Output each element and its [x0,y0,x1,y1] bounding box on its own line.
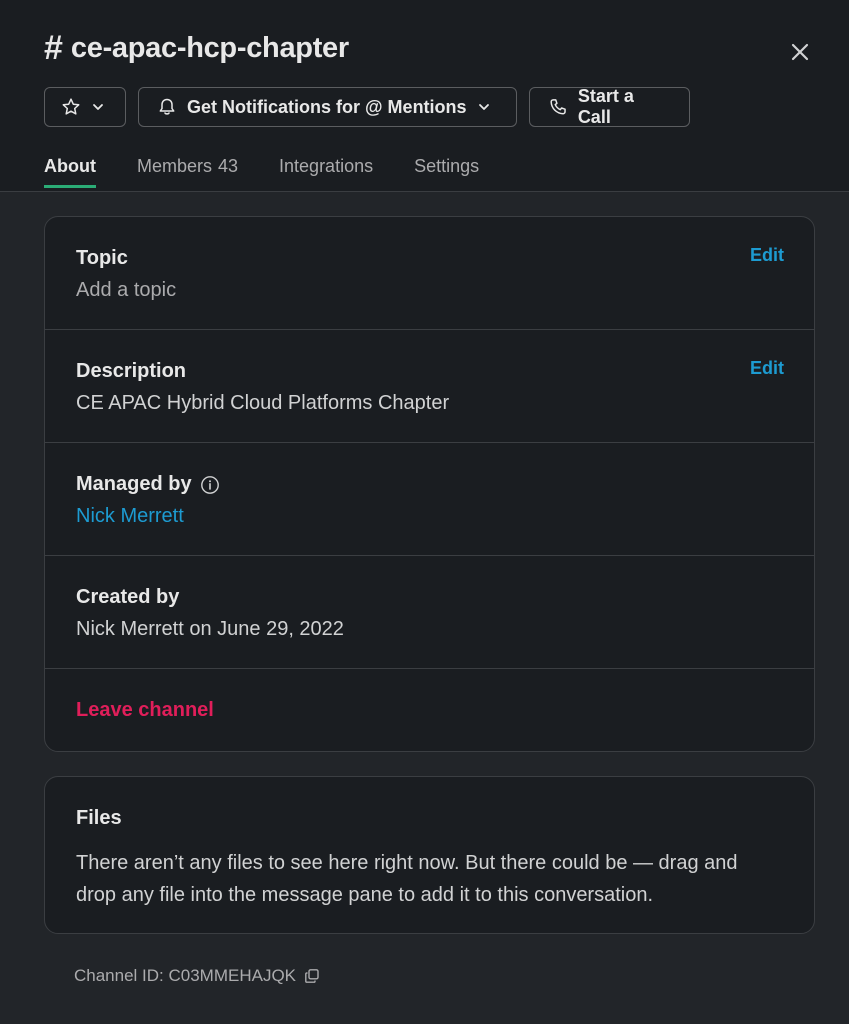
chevron-down-icon [478,104,489,110]
tab-settings[interactable]: Settings [414,156,479,188]
tab-about-label: About [44,156,96,176]
start-call-button[interactable]: Start a Call [529,86,690,127]
created-by-value: Nick Merrett on June 29, 2022 [76,618,344,640]
managed-by-heading: Managed by [76,473,220,496]
phone-icon [550,99,566,115]
topic-edit-link[interactable]: Edit [750,245,784,266]
tab-members-label: Members [136,156,212,176]
close-icon [791,43,809,61]
header-actions: Get Notifications for @ Mentions Start a… [44,86,690,127]
description-section[interactable]: Description CE APAC Hybrid Cloud Platfor… [45,330,814,443]
info-icon[interactable] [200,475,220,495]
channel-id-text: Channel ID: C03MMEHAJQK [74,966,297,985]
managed-by-section: Managed by Nick Merrett [45,443,814,556]
members-count: 43 [218,156,239,176]
start-call-label: Start a Call [577,86,634,127]
topic-section[interactable]: Topic Add a topic Edit [45,217,814,330]
files-empty-message: There aren’t any files to see here right… [76,852,738,906]
copy-icon[interactable] [304,968,320,984]
description-value: CE APAC Hybrid Cloud Platforms Chapter [76,392,450,414]
created-by-section: Created by Nick Merrett on June 29, 2022 [45,556,814,669]
leave-channel-section: Leave channel [45,669,814,751]
chevron-down-icon [93,104,103,110]
notifications-label: Get Notifications for @ Mentions [187,96,467,117]
tab-settings-label: Settings [414,156,480,176]
notifications-button[interactable]: Get Notifications for @ Mentions [138,87,517,127]
star-icon [62,98,80,115]
tab-bar: About Members 43 Integrations Settings [44,156,479,188]
star-button[interactable] [44,87,126,127]
files-title: Files [76,807,122,829]
created-by-label: Created by [76,586,180,608]
tab-about[interactable]: About [44,156,96,188]
leave-channel-button[interactable]: Leave channel [76,699,214,722]
hash-icon: # [44,29,63,67]
channel-id-row: Channel ID: C03MMEHAJQK [74,966,320,986]
topic-value: Add a topic [76,279,177,301]
files-card: Files There aren’t any files to see here… [44,776,815,934]
topic-label: Topic [76,247,128,269]
manager-link[interactable]: Nick Merrett [76,505,184,528]
tab-members[interactable]: Members 43 [137,156,238,188]
channel-title: ce-apac-hcp-chapter [70,31,349,64]
channel-title-row: # ce-apac-hcp-chapter [44,28,349,68]
tab-integrations-label: Integrations [279,156,374,176]
description-label: Description [76,360,187,382]
about-card: Topic Add a topic Edit Description CE AP… [44,216,815,752]
close-button[interactable] [786,38,814,66]
description-edit-link[interactable]: Edit [750,358,784,379]
tab-integrations[interactable]: Integrations [279,156,373,188]
channel-header: # ce-apac-hcp-chapter Get Notifications … [0,0,849,192]
bell-icon [159,98,175,115]
managed-by-label: Managed by [76,473,192,495]
